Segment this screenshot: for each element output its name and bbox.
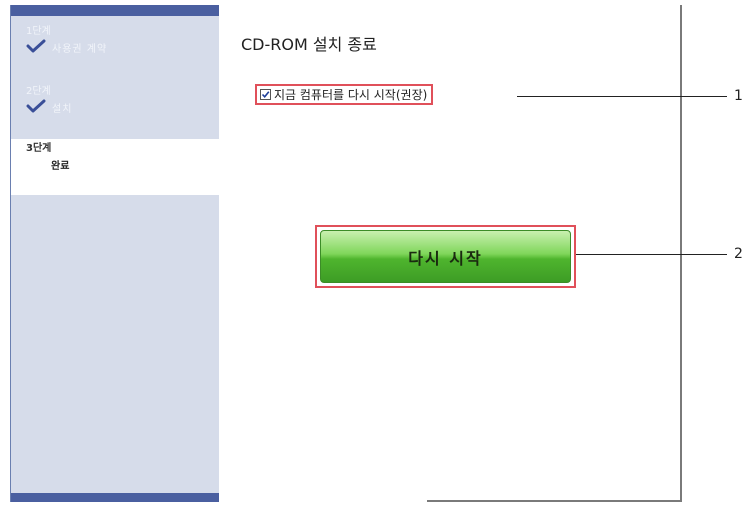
step-sidebar: 1단계 사용권 계약 2단계 설치 3단계 완료 bbox=[11, 5, 219, 502]
step-number: 2단계 bbox=[26, 86, 51, 97]
callout-number-2: 2 bbox=[734, 246, 743, 262]
step-label: 설치 bbox=[52, 103, 73, 115]
step-label: 완료 bbox=[51, 160, 70, 172]
sidebar-bottom-bar bbox=[11, 493, 219, 502]
check-icon bbox=[26, 98, 52, 117]
window-bottom-border bbox=[427, 500, 680, 502]
step-item-complete: 3단계 완료 bbox=[11, 139, 219, 195]
restart-now-option[interactable]: 지금 컴퓨터를 다시 시작(권장) bbox=[255, 84, 434, 105]
screenshot-stage: 1단계 사용권 계약 2단계 설치 3단계 완료 CD-ROM 설치 종료 지금… bbox=[0, 0, 750, 506]
page-title: CD-ROM 설치 종료 bbox=[241, 35, 377, 54]
step-number: 1단계 bbox=[26, 26, 51, 37]
sidebar-top-bar bbox=[11, 5, 219, 16]
step-item-license: 1단계 사용권 계약 bbox=[11, 25, 219, 75]
restart-button-label: 다시 시작 bbox=[408, 248, 483, 268]
restart-now-checkbox[interactable] bbox=[260, 89, 271, 100]
restart-button[interactable]: 다시 시작 bbox=[320, 230, 571, 283]
callout-number-1: 1 bbox=[734, 88, 743, 104]
callout-line-2 bbox=[576, 254, 727, 255]
callout-line-1 bbox=[517, 96, 727, 97]
step-item-install: 2단계 설치 bbox=[11, 85, 219, 135]
step-label: 사용권 계약 bbox=[52, 43, 108, 55]
restart-now-label: 지금 컴퓨터를 다시 시작(권장) bbox=[274, 88, 428, 102]
step-number: 3단계 bbox=[26, 143, 52, 154]
check-icon bbox=[26, 38, 52, 57]
restart-button-highlight: 다시 시작 bbox=[315, 225, 576, 288]
